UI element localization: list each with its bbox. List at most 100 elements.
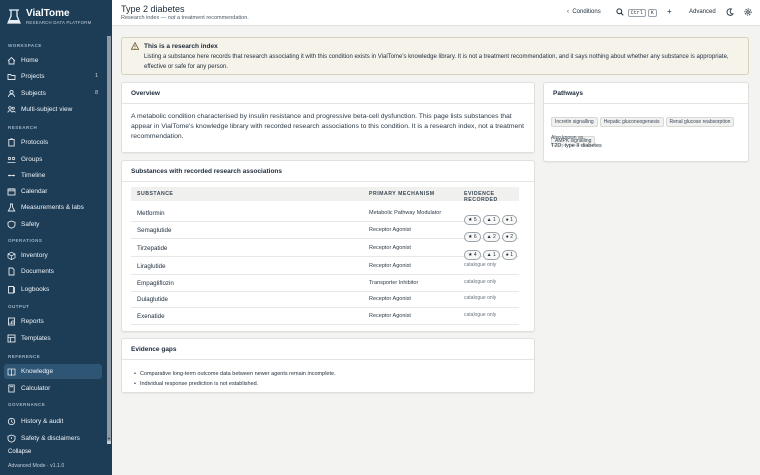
settings-button[interactable] (744, 8, 752, 18)
substance-row[interactable]: Tirzepatide Receptor Agonist ★ 4 ▲ 1 ● 1 (131, 240, 519, 260)
sidebar-item-logbooks[interactable]: Logbooks (4, 282, 102, 297)
calculator-icon (8, 384, 15, 393)
substance-row[interactable]: Liraglutide Receptor Agonist catalogue onl… (131, 258, 519, 275)
disclaimer-icon (7, 434, 16, 443)
clipboard-icon (8, 138, 15, 147)
sidebar-item-measurements-labs[interactable]: Measurements & labs (4, 200, 102, 215)
conditions-back-button[interactable]: ‹ Conditions (567, 9, 601, 15)
pathway-tag[interactable]: Renal glucose reabsorption (665, 117, 735, 127)
substances-card: Substances with recorded research associ… (121, 160, 535, 332)
sidebar-item-label: Protocols (21, 138, 49, 146)
theme-toggle-button[interactable] (726, 8, 734, 18)
substance-name[interactable]: Metformin (137, 210, 165, 217)
pathways-title: Pathways (544, 83, 748, 104)
sidebar-item-subjects[interactable]: Subjects 8 (4, 86, 102, 101)
substance-name[interactable]: Liraglutide (137, 263, 166, 270)
sidebar-item-label: Calculator (21, 384, 51, 392)
moon-icon (726, 8, 734, 16)
sidebar-item-safety-disclaimers[interactable]: Safety & disclaimers (4, 431, 102, 445)
sidebar-item-count: 8 (94, 89, 98, 96)
overview-text: A metabolic condition characterised by i… (131, 113, 524, 140)
page-subtitle: Research index — not a treatment recomme… (121, 15, 249, 21)
catalogue-only-label: catalogue only (464, 295, 497, 301)
overview-title: Overview (122, 83, 534, 104)
book-icon (8, 286, 15, 294)
sidebar-item-projects[interactable]: Projects 1 (4, 69, 102, 84)
substances-title: Substances with recorded research associ… (122, 161, 534, 182)
sidebar-item-groups[interactable]: Groups (4, 152, 102, 167)
substance-name[interactable]: Tirzepatide (137, 245, 167, 252)
sidebar-item-label: History & audit (21, 417, 64, 425)
vialtome-logo-icon (7, 9, 21, 24)
catalogue-only-label: catalogue only (464, 312, 497, 318)
substance-row[interactable]: Dulaglutide Receptor Agonist catalogue onl… (131, 291, 519, 308)
substance-name[interactable]: Empagliflozin (137, 280, 174, 287)
add-button[interactable]: + (667, 7, 672, 16)
sidebar-item-documents[interactable]: Documents (4, 264, 102, 279)
advanced-mode-button[interactable]: Advanced (689, 9, 716, 15)
home-icon (7, 56, 16, 65)
scroll-down-arrow-icon[interactable]: ▼ (107, 436, 111, 441)
collapse-button[interactable]: Collapse (8, 449, 31, 455)
k-key-hint: K (647, 8, 657, 17)
sidebar-section-research: RESEARCH (8, 125, 38, 130)
sidebar: VialTome RESEARCH DATA PLATFORM WORKSPAC… (0, 0, 112, 475)
substance-row[interactable]: Empagliflozin Transporter Inhibitor catalo… (131, 275, 519, 292)
sidebar-section-reference: REFERENCE (8, 354, 41, 359)
sidebar-item-safety[interactable]: Safety (4, 217, 102, 232)
pathway-tag[interactable]: Incretin signalling (551, 117, 598, 127)
substance-name[interactable]: Exenatide (137, 313, 165, 320)
sidebar-item-home[interactable]: Home (4, 53, 102, 68)
sidebar-item-history-audit[interactable]: History & audit (4, 414, 102, 429)
substance-name[interactable]: Semaglutide (137, 227, 171, 234)
substance-name[interactable]: Dulaglutide (137, 296, 168, 303)
box-icon (7, 251, 16, 260)
sidebar-item-label: Documents (21, 267, 54, 275)
brand-subtitle: RESEARCH DATA PLATFORM (26, 20, 92, 25)
collapse-label: Collapse (8, 449, 32, 455)
sidebar-item-inventory[interactable]: Inventory (4, 248, 102, 263)
substance-mechanism: Receptor Agonist (369, 245, 411, 251)
col-mechanism: PRIMARY MECHANISM (369, 191, 435, 197)
document-icon (8, 267, 15, 276)
sidebar-item-reports[interactable]: Reports (4, 314, 102, 329)
evidence-gaps-title: Evidence gaps (122, 339, 534, 360)
substance-mechanism: Receptor Agonist (369, 313, 411, 319)
substance-row[interactable]: Exenatide Receptor Agonist catalogue only (131, 308, 519, 325)
knowledge-icon (7, 368, 16, 376)
gear-icon (744, 8, 752, 16)
sidebar-item-label: Inventory (21, 251, 48, 259)
plus-icon: + (667, 7, 672, 16)
history-icon (7, 417, 16, 426)
substance-row[interactable]: Metformin Metabolic Pathway Modulator ★ 5 ▲… (131, 205, 519, 225)
sidebar-item-label: Logbooks (21, 285, 50, 293)
sidebar-item-calendar[interactable]: Calendar (4, 184, 102, 199)
sidebar-item-label: Templates (21, 334, 51, 342)
sidebar-item-label: Home (21, 56, 39, 64)
search-button[interactable]: Ctrl K (616, 8, 657, 17)
pathways-card: Pathways Incretin signalling Hepatic gluc… (543, 82, 749, 162)
research-index-warning: This is a research index Listing a subst… (121, 37, 749, 75)
sidebar-item-label: Calendar (21, 187, 48, 195)
sidebar-item-templates[interactable]: Templates (4, 331, 102, 346)
evidence-gap-item: Comparative long-term outcome data betwe… (134, 369, 336, 379)
warning-title: This is a research index (144, 43, 218, 50)
catalogue-only-label: catalogue only (464, 262, 497, 268)
sidebar-item-calculator[interactable]: Calculator (4, 381, 102, 396)
sidebar-item-timeline[interactable]: Timeline (4, 168, 102, 183)
substance-mechanism: Metabolic Pathway Modulator (369, 210, 442, 216)
sidebar-item-count: 1 (94, 72, 98, 79)
template-icon (7, 334, 16, 343)
brand[interactable]: VialTome RESEARCH DATA PLATFORM (7, 8, 107, 32)
sidebar-item-multi-subject-view[interactable]: Multi-subject view (4, 102, 102, 117)
substance-mechanism: Receptor Agonist (369, 296, 411, 302)
sidebar-item-knowledge[interactable]: Knowledge (4, 364, 102, 379)
sidebar-item-label: Reports (21, 317, 44, 325)
pathway-tag[interactable]: Hepatic gluconeogenesis (599, 117, 664, 127)
evidence-gap-item: Individual response prediction is not es… (134, 379, 336, 389)
sidebar-item-label: Multi-subject view (21, 105, 73, 113)
sidebar-section-output: OUTPUT (8, 304, 30, 309)
sidebar-scrollbar-thumb[interactable] (107, 36, 111, 441)
sidebar-item-protocols[interactable]: Protocols (4, 135, 102, 150)
substance-row[interactable]: Semaglutide Receptor Agonist ★ 6 ▲ 2 ● 2 (131, 222, 519, 242)
